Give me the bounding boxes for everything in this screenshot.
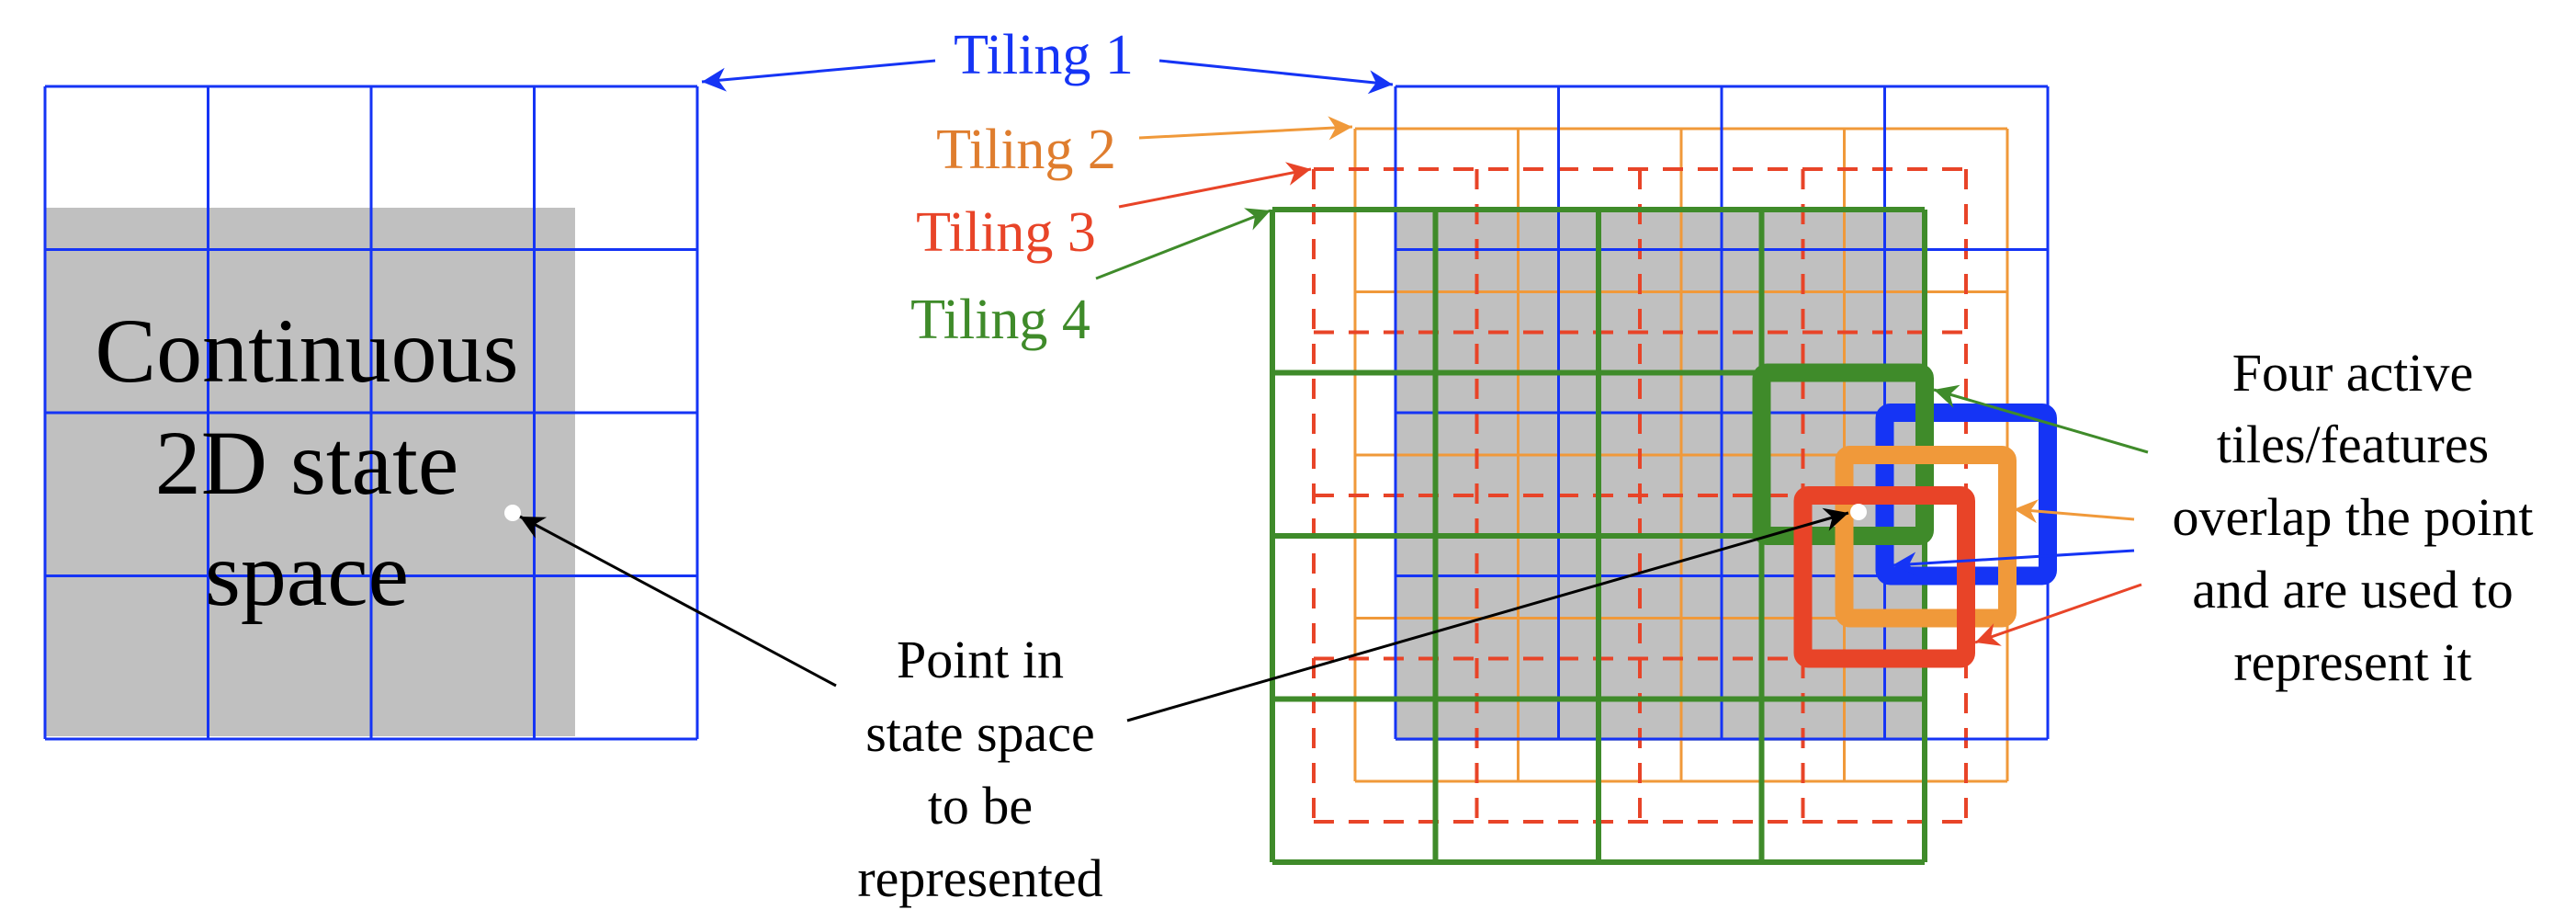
tiling-3-arrow-line xyxy=(1118,167,1312,209)
right-tilings-panel xyxy=(1270,85,2057,865)
tiling-1-left-arrow-line xyxy=(701,59,936,84)
state-point-left xyxy=(504,505,521,521)
state-point-right xyxy=(1850,504,1867,520)
tiling-labels: Tiling 1 Tiling 2 Tiling 3 Tiling 4 xyxy=(910,24,1134,351)
active-caption-line-2: tiles/features xyxy=(2217,415,2489,474)
tiling-4-label: Tiling 4 xyxy=(910,289,1090,351)
tiling-2-arrow-line xyxy=(1138,125,1353,140)
point-caption-line-3: to be xyxy=(928,776,1033,836)
tiling-1-right-arrow-line xyxy=(1158,59,1394,86)
state-space-label-line-2: 2D state xyxy=(155,412,458,514)
state-space-label-line-3: space xyxy=(205,523,409,625)
left-state-space-panel: Continuous 2D state space xyxy=(43,85,699,741)
tiling-4-arrow-line xyxy=(1095,209,1271,280)
active-caption-line-5: represent it xyxy=(2233,632,2471,692)
point-caption-line-1: Point in xyxy=(897,630,1064,689)
active-caption-line-3: overlap the point xyxy=(2172,487,2533,547)
tiling-2-label: Tiling 2 xyxy=(936,119,1116,181)
tile-coding-diagram: Continuous 2D state space Tiling 1 Tilin… xyxy=(43,24,2534,908)
active-caption-line-1: Four active xyxy=(2232,343,2474,403)
active-caption-line-4: and are used to xyxy=(2192,560,2513,620)
point-caption: Point in state space to be represented xyxy=(857,630,1102,908)
point-caption-line-4: represented xyxy=(857,848,1102,908)
state-space-label-line-1: Continuous xyxy=(95,300,518,402)
tiling-1-label: Tiling 1 xyxy=(954,24,1134,86)
active-tiles-caption: Four active tiles/features overlap the p… xyxy=(2172,343,2533,692)
tiling-3-label: Tiling 3 xyxy=(916,201,1096,264)
point-caption-line-2: state space xyxy=(865,703,1095,763)
